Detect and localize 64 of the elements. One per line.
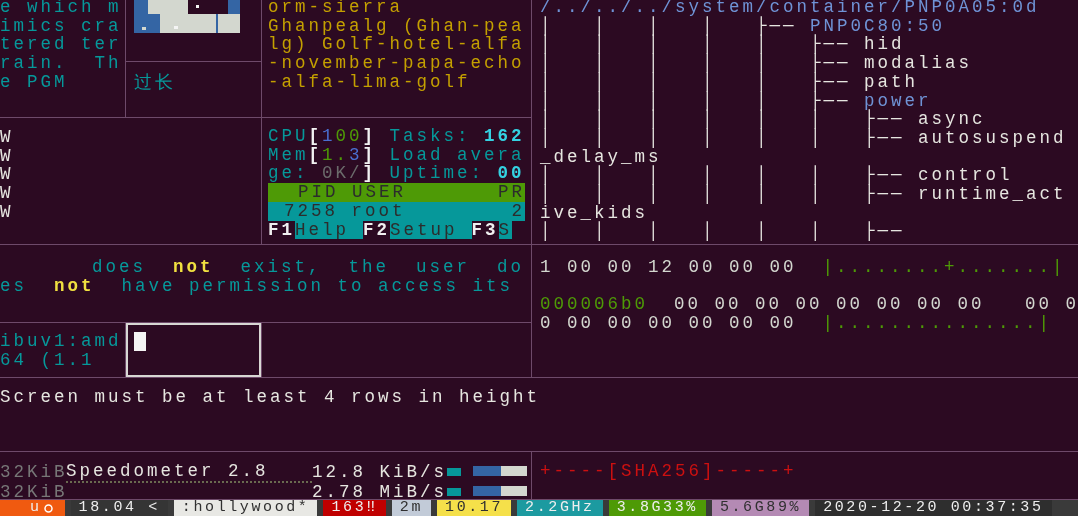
meter-line: CPU[1 00] Tasks: 162 <box>268 127 525 146</box>
logo-icon <box>43 503 53 513</box>
text-line: W <box>0 165 14 185</box>
tree-line: │ │ │ │ │ ├── power <box>540 91 932 111</box>
status-segment: u <box>0 500 65 516</box>
status-segment: 3.8G33% <box>608 500 706 516</box>
text-line: W <box>0 184 14 203</box>
text-label: 过长 <box>134 74 176 93</box>
tree-line: │ │ │ │ │ │ ├── async <box>540 110 986 129</box>
path-heading: /../../../system/container/PNP0A05:0d <box>540 0 1040 17</box>
tree-line: │ │ │ │ │ │ ├── runtime_act <box>540 185 1067 204</box>
text-line: orm-sierra <box>268 0 404 17</box>
tree-line: │ │ │ │ │ ├── modalias <box>540 54 973 73</box>
speed-reading: 12.8 KiB/s <box>312 463 447 482</box>
hex-text: |...............| <box>822 314 1053 333</box>
fingerprint-art: +----[SHA256]-----+ <box>540 462 797 481</box>
hex-text: 000006b0 <box>540 295 648 315</box>
status-segment: 2m <box>391 500 432 516</box>
text-line: -november-papa-echo <box>268 54 525 73</box>
speed-bar-icon <box>447 486 527 499</box>
text-line: tered ter <box>0 35 122 55</box>
tree-line: │ │ │ │ │ │ ├── autosuspend <box>540 128 1067 148</box>
tree-line: │ │ │ │ │ │ ├── <box>540 222 905 242</box>
text-line: ibuv1:amd <box>0 332 122 351</box>
text-line: W <box>0 202 14 222</box>
message-text: Screen must be at least 4 rows in height <box>0 388 541 407</box>
text-line: W <box>0 128 14 147</box>
graph-title: Speedometer 2.8 <box>66 462 312 483</box>
hex-text: 0 00 00 00 00 00 00 <box>540 314 797 333</box>
status-segment: 5.6G89% <box>711 500 810 516</box>
tree-line: │ │ │ │ │ ├── path <box>540 72 919 92</box>
text-line: imics cra <box>0 16 122 36</box>
hex-text: |........+.......| <box>822 258 1066 277</box>
key-label: F2 <box>363 220 391 240</box>
text-line: lg) Golf-hotel-alfa <box>268 35 525 55</box>
tree-line: │ │ │ │ │ ├── hid <box>540 35 905 55</box>
status-segment: :hollywood* <box>173 500 318 516</box>
status-segment: 2020-12-20 00:37:35 <box>815 500 1052 516</box>
meter-line: Mem[1.3] Load avera <box>268 145 525 165</box>
meter-line: ge: 0K/] Uptime: 00 <box>268 164 525 184</box>
status-segment: 163‼ <box>323 500 386 516</box>
text-line: does not exist, the user do <box>91 258 525 277</box>
speed-bar-icon <box>447 466 527 479</box>
hex-text: 1 00 00 12 00 00 00 <box>540 258 797 277</box>
tree-line: │ │ │ │ │ │ ├── control <box>540 166 1013 186</box>
text-line: Ghanpealg (Ghan-pea <box>268 16 525 36</box>
scale-label: 32KiB <box>0 482 66 499</box>
tree-line: _delay_ms <box>540 147 662 167</box>
text-line: rain. Th <box>0 54 122 73</box>
text-line: W <box>0 146 14 166</box>
text-line: e which m <box>0 0 122 17</box>
key-label: F1 <box>268 220 295 240</box>
speed-reading: 2.78 MiB/s <box>312 482 447 499</box>
status-segment: 10.17 <box>437 500 512 516</box>
text-line: es not have permission to access its <box>0 276 514 296</box>
text-line: 64 (1.1 <box>0 350 95 370</box>
column-header: PID USER PR <box>268 183 525 202</box>
status-segment: 18.04 < <box>70 500 168 516</box>
text-line: e PGM <box>0 72 68 92</box>
key-label: F3 <box>471 220 499 240</box>
scale-label: 32KiB <box>0 463 66 482</box>
text-line: -alfa-lima-golf <box>268 72 471 92</box>
status-segment: 2.2GHz <box>517 500 603 516</box>
hex-text: 00 00 00 00 00 00 00 00 00 0 <box>674 295 1078 315</box>
